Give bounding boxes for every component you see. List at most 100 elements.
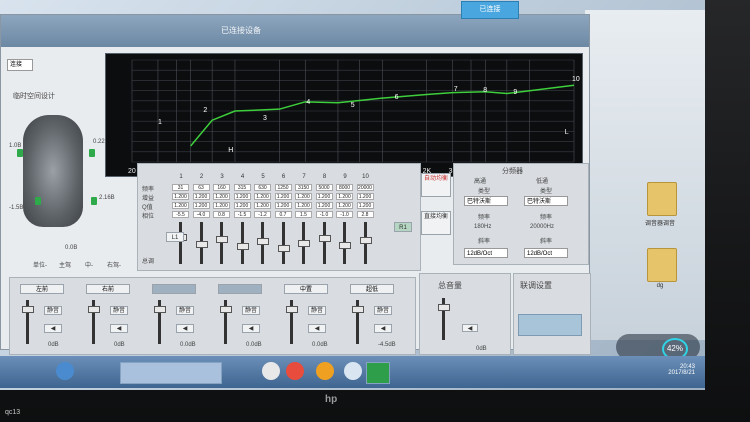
eq-value-cell[interactable]: 1.200 xyxy=(254,193,271,200)
speaker-icon[interactable]: ◀ xyxy=(176,324,194,333)
eq-value-cell[interactable]: 1.200 xyxy=(356,202,374,209)
speaker-icon[interactable] xyxy=(35,197,41,205)
eq-value-cell[interactable]: 0.8 xyxy=(213,211,230,218)
mute-button[interactable]: 静音 xyxy=(242,306,260,315)
eq-value-cell[interactable]: 1.200 xyxy=(172,193,189,200)
footer-item[interactable]: 右驾- xyxy=(107,260,121,269)
eq-gain-slider[interactable] xyxy=(281,222,285,264)
eq-value-cell[interactable]: 1.200 xyxy=(172,202,189,209)
eq-value-cell[interactable]: 1.200 xyxy=(274,202,292,209)
folder-icon[interactable] xyxy=(647,248,677,282)
channel-slider-knob[interactable] xyxy=(154,306,166,313)
eq-value-cell[interactable]: 1.5 xyxy=(295,211,312,218)
speaker-icon[interactable] xyxy=(17,149,23,157)
speaker-icon[interactable]: ◀ xyxy=(242,324,260,333)
eq-value-cell[interactable]: -5.5 xyxy=(172,211,189,218)
taskbar-window[interactable] xyxy=(120,362,222,384)
eq-value-cell[interactable]: 315 xyxy=(233,184,251,191)
eq-value-cell[interactable]: 1.200 xyxy=(233,193,251,200)
master-speaker-icon[interactable]: ◀ xyxy=(462,324,478,332)
speaker-icon[interactable]: ◀ xyxy=(374,324,392,333)
lp-freq-value[interactable]: 20000Hz xyxy=(530,224,554,230)
master-slider-knob[interactable] xyxy=(438,304,450,311)
eq-slider-knob[interactable] xyxy=(318,235,331,242)
footer-item[interactable]: 中- xyxy=(85,260,93,269)
right-channel-button[interactable]: R1 xyxy=(394,222,412,232)
linkage-button[interactable] xyxy=(518,314,582,336)
mute-button[interactable]: 静音 xyxy=(44,306,62,315)
direct-eq-button[interactable]: 直接均衡 xyxy=(421,211,451,235)
eq-value-cell[interactable]: -1.2 xyxy=(254,211,271,218)
connect-button[interactable]: 已连接 xyxy=(461,1,519,19)
eq-gain-slider[interactable] xyxy=(322,222,326,264)
app-icon[interactable] xyxy=(262,362,280,380)
eq-value-cell[interactable]: 630 xyxy=(254,184,271,191)
eq-value-cell[interactable]: 160 xyxy=(213,184,230,191)
channel-name[interactable]: 左前 xyxy=(20,284,64,294)
eq-slider-knob[interactable] xyxy=(236,243,249,250)
eq-slider-knob[interactable] xyxy=(339,242,351,249)
eq-value-cell[interactable]: 1.200 xyxy=(254,202,271,209)
folder-icon[interactable] xyxy=(647,182,677,216)
eq-slider-knob[interactable] xyxy=(298,240,310,247)
eq-value-cell[interactable]: 1.200 xyxy=(192,202,210,209)
eq-value-cell[interactable]: 1.200 xyxy=(336,202,353,209)
speaker-icon[interactable] xyxy=(89,149,95,157)
mute-button[interactable]: 静音 xyxy=(308,306,326,315)
eq-value-cell[interactable]: 1.200 xyxy=(295,193,312,200)
eq-value-cell[interactable]: 3150 xyxy=(295,184,312,191)
speaker-icon[interactable]: ◀ xyxy=(308,324,326,333)
eq-value-cell[interactable]: 1.200 xyxy=(233,202,251,209)
footer-item[interactable]: 单位- xyxy=(33,260,47,269)
eq-slider-knob[interactable] xyxy=(195,241,208,248)
lp-type-select[interactable]: 巴特沃斯 xyxy=(524,196,568,206)
footer-item[interactable]: 主驾 xyxy=(59,260,71,269)
channel-slider-knob[interactable] xyxy=(88,306,100,313)
hp-freq-value[interactable]: 180Hz xyxy=(474,224,491,230)
eq-value-cell[interactable]: 1.200 xyxy=(274,193,292,200)
channel-name[interactable]: 中置 xyxy=(284,284,328,294)
eq-slider-knob[interactable] xyxy=(216,236,228,243)
eq-value-cell[interactable]: 1.200 xyxy=(213,202,230,209)
eq-slider-knob[interactable] xyxy=(277,245,290,252)
eq-value-cell[interactable]: 63 xyxy=(192,184,210,191)
eq-value-cell[interactable]: 0.7 xyxy=(274,211,292,218)
mute-button[interactable]: 静音 xyxy=(374,306,392,315)
hp-type-select[interactable]: 巴特沃斯 xyxy=(464,196,508,206)
eq-value-cell[interactable]: 1.200 xyxy=(336,193,353,200)
channel-name[interactable] xyxy=(218,284,262,294)
eq-value-cell[interactable]: 2.8 xyxy=(356,211,374,218)
eq-value-cell[interactable]: 1.200 xyxy=(295,202,312,209)
hp-slope-select[interactable]: 12dB/Oct xyxy=(464,248,508,258)
eq-value-cell[interactable]: -1.5 xyxy=(233,211,251,218)
eq-value-cell[interactable]: -1.0 xyxy=(336,211,353,218)
eq-value-cell[interactable]: 31 xyxy=(172,184,189,191)
active-app-icon[interactable] xyxy=(366,362,390,384)
eq-slider-knob[interactable] xyxy=(257,238,269,245)
eq-slider-knob[interactable] xyxy=(359,237,372,244)
app-icon[interactable] xyxy=(316,362,334,380)
eq-value-cell[interactable]: 1.200 xyxy=(315,202,333,209)
eq-value-cell[interactable]: 1.200 xyxy=(192,193,210,200)
eq-value-cell[interactable]: 1.200 xyxy=(356,193,374,200)
connection-dropdown[interactable]: 连接 xyxy=(7,59,33,71)
eq-value-cell[interactable]: -4.0 xyxy=(192,211,210,218)
channel-name[interactable]: 右前 xyxy=(86,284,130,294)
eq-value-cell[interactable]: 5000 xyxy=(315,184,333,191)
eq-value-cell[interactable]: 20000 xyxy=(356,184,374,191)
eq-value-cell[interactable]: 8000 xyxy=(336,184,353,191)
speaker-icon[interactable]: ◀ xyxy=(110,324,128,333)
start-icon[interactable] xyxy=(56,362,74,380)
frequency-response-graph[interactable]: 12345678910HL 20304050701002003005007001… xyxy=(105,53,583,177)
eq-value-cell[interactable]: 1.200 xyxy=(213,193,230,200)
eq-gain-slider[interactable] xyxy=(220,222,223,264)
eq-gain-slider[interactable] xyxy=(179,222,182,264)
channel-name[interactable]: 超低 xyxy=(350,284,394,294)
mute-button[interactable]: 静音 xyxy=(176,306,194,315)
channel-slider-knob[interactable] xyxy=(22,306,34,313)
lp-slope-select[interactable]: 12dB/Oct xyxy=(524,248,568,258)
eq-value-cell[interactable]: 1250 xyxy=(274,184,292,191)
auto-eq-button[interactable]: 自动均衡 xyxy=(421,173,451,197)
speaker-icon[interactable] xyxy=(91,197,97,205)
app-icon[interactable] xyxy=(344,362,362,380)
